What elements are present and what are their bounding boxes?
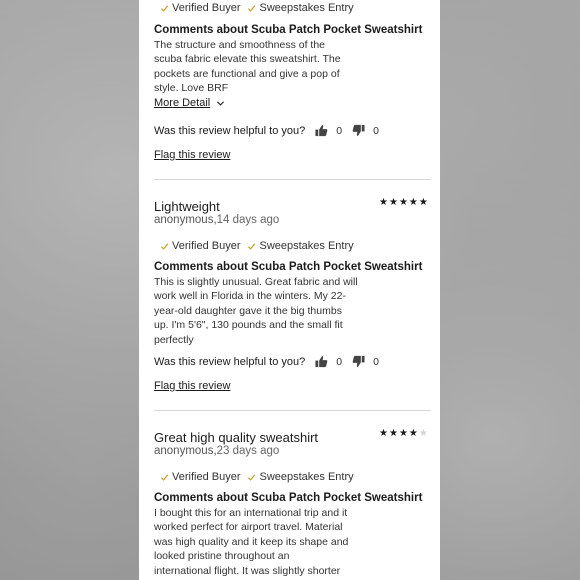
review-body-line: international flight. It was slightly sh… (154, 564, 341, 577)
verified-buyer-badge: Verified Buyer (160, 471, 240, 483)
sweepstakes-badge: Sweepstakes Entry (247, 471, 354, 483)
star-empty-icon: ★ (418, 428, 428, 439)
helpful-row: Was this review helpful to you? 0 0 (154, 124, 379, 137)
star-filled-icon: ★ (379, 428, 388, 439)
review-badges: Verified Buyer Sweepstakes Entry (160, 240, 361, 252)
sweepstakes-badge: Sweepstakes Entry (247, 240, 354, 252)
star-filled-icon: ★ (388, 428, 398, 439)
review-body-line: style. Love BRF (154, 82, 229, 95)
check-icon (160, 242, 169, 250)
review-body-line: I bought this for an international trip … (154, 507, 348, 519)
flag-review-link[interactable]: Flag this review (154, 380, 230, 392)
review-meta: anonymous,14 days ago (154, 214, 279, 226)
thumbs-up-count: 0 (336, 124, 343, 137)
star-filled-icon: ★ (418, 197, 428, 208)
star-rating: ★ ★ ★ ★ ★ (378, 429, 428, 439)
thumbs-down-icon (352, 355, 365, 367)
review-title: Lightweight (154, 199, 220, 214)
review-body: I bought this for an international trip … (154, 506, 362, 578)
flag-review-link[interactable]: Flag this review (154, 149, 230, 161)
thumbs-down-button[interactable]: 0 (352, 124, 379, 137)
more-detail-label: More Detail (154, 97, 211, 109)
more-detail-link[interactable]: More Detail (154, 97, 225, 109)
thumbs-down-button[interactable]: 0 (352, 355, 379, 368)
review-title: Great high quality sweatshirt (154, 430, 319, 445)
review-body-line: perfectly (154, 333, 194, 346)
review-body-line: year-old daughter gave it the big thumbs (154, 304, 342, 317)
review-author: anonymous, (154, 214, 217, 226)
verified-buyer-label: Verified Buyer (172, 471, 241, 483)
review-divider (154, 179, 431, 180)
thumbs-up-icon (315, 125, 328, 137)
review-body-line: scuba fabric elevate this sweatshirt. Th… (154, 53, 341, 66)
star-rating: ★ ★ ★ ★ ★ (378, 198, 428, 208)
review-body-line: The structure and smoothness of the (154, 39, 326, 51)
sweepstakes-label: Sweepstakes Entry (259, 471, 354, 483)
review-body-line: up. I'm 5'6", 130 pounds and the small f… (154, 319, 343, 332)
review-body-line: pockets are functional and give a pop of (154, 67, 340, 80)
helpful-row: Was this review helpful to you? 0 0 (154, 355, 379, 368)
star-filled-icon: ★ (398, 428, 408, 439)
review-badges: Verified Buyer Sweepstakes Entry (160, 471, 361, 483)
review-badges: Verified Buyer Sweepstakes Entry (160, 2, 361, 14)
thumbs-up-button[interactable]: 0 (315, 355, 342, 368)
chevron-down-icon (217, 100, 225, 106)
sweepstakes-badge: Sweepstakes Entry (247, 2, 354, 14)
review-body-line: looked pristine throughout an (154, 550, 290, 563)
star-filled-icon: ★ (388, 197, 398, 208)
thumbs-up-count: 0 (336, 355, 343, 368)
helpful-question: Was this review helpful to you? (154, 355, 306, 368)
review-author: anonymous, (154, 445, 217, 457)
verified-buyer-label: Verified Buyer (172, 2, 241, 14)
star-filled-icon: ★ (398, 197, 408, 208)
review-body-line: This is slightly unusual. Great fabric a… (154, 276, 358, 288)
review-body: This is slightly unusual. Great fabric a… (154, 275, 362, 347)
verified-buyer-badge: Verified Buyer (160, 240, 240, 252)
comments-heading: Comments about Scuba Patch Pocket Sweats… (154, 24, 423, 36)
review-body-line: worked perfect for airport travel. Mater… (154, 521, 343, 534)
sweepstakes-label: Sweepstakes Entry (259, 240, 354, 252)
review-date: 23 days ago (216, 445, 280, 457)
helpful-question: Was this review helpful to you? (154, 124, 306, 137)
thumbs-up-icon (315, 356, 328, 368)
reviews-panel: Verified Buyer Sweepstakes Entry Comment… (139, 0, 440, 580)
sweepstakes-label: Sweepstakes Entry (259, 2, 354, 14)
comments-heading: Comments about Scuba Patch Pocket Sweats… (154, 261, 423, 273)
thumbs-up-button[interactable]: 0 (315, 124, 342, 137)
comments-heading: Comments about Scuba Patch Pocket Sweats… (154, 492, 423, 504)
star-filled-icon: ★ (408, 197, 418, 208)
review-body: The structure and smoothness of the scub… (154, 38, 362, 96)
thumbs-down-count: 0 (373, 355, 379, 368)
verified-buyer-badge: Verified Buyer (160, 2, 240, 14)
check-icon (160, 4, 169, 12)
check-icon (248, 242, 256, 250)
review-date: 14 days ago (216, 214, 280, 226)
check-icon (248, 473, 256, 481)
review-divider (154, 410, 431, 411)
star-filled-icon: ★ (379, 197, 388, 208)
check-icon (248, 4, 256, 12)
review-meta: anonymous,23 days ago (154, 445, 279, 457)
verified-buyer-label: Verified Buyer (172, 240, 241, 252)
review-body-line: was high quality and it keep its shape a… (154, 535, 349, 548)
review-body-line: work well in Florida in the winters. My … (154, 290, 346, 303)
check-icon (160, 473, 169, 481)
star-filled-icon: ★ (408, 428, 418, 439)
thumbs-down-count: 0 (373, 124, 379, 137)
thumbs-down-icon (352, 124, 365, 136)
